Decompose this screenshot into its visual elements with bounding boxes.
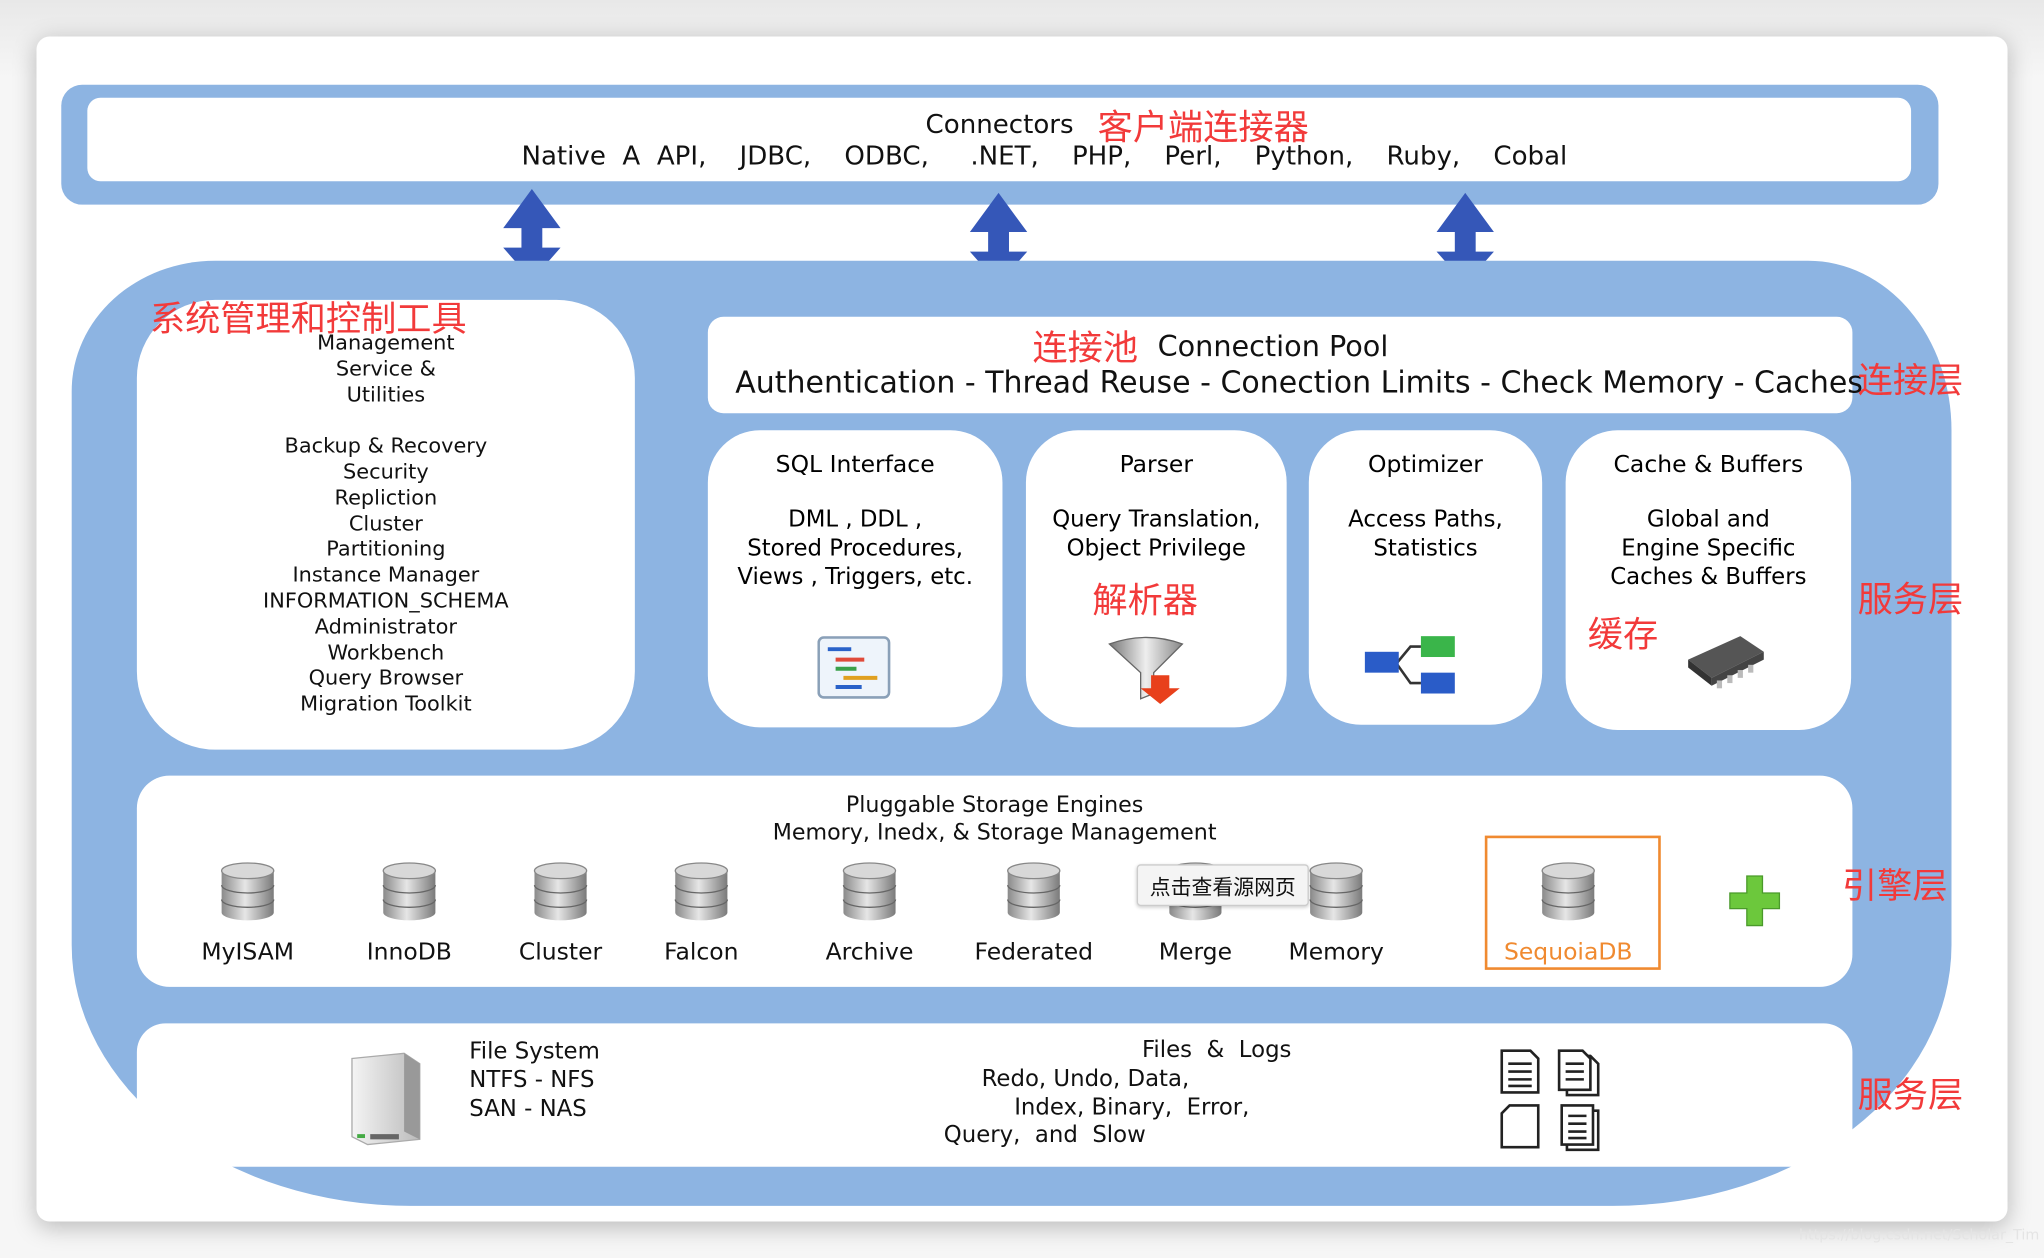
management-item: Utilities — [346, 381, 426, 407]
management-item: Partitioning — [326, 536, 446, 562]
blank-document-icon — [1500, 1104, 1540, 1149]
engine-archive: Archive — [798, 860, 941, 966]
service-title: SQL Interface — [775, 451, 935, 479]
memory-chip-icon — [1688, 636, 1764, 689]
connection-pool-items: Authentication - Thread Reuse - Conectio… — [735, 366, 1863, 401]
database-icon — [220, 862, 275, 921]
documents-icon — [1557, 1049, 1600, 1097]
database-icon — [842, 862, 897, 921]
document-icon — [1500, 1049, 1540, 1094]
management-item: Backup & Recovery — [284, 433, 488, 458]
layer-label-storage: 服务层 — [1857, 1075, 1964, 1116]
logs-line: Redo, Undo, Data, — [981, 1066, 1190, 1093]
engine-label: InnoDB — [366, 938, 452, 966]
engine-label: MyISAM — [201, 938, 295, 966]
document-icons — [1500, 1049, 1600, 1152]
engine-label: Falcon — [664, 938, 739, 966]
engine-myisam: MyISAM — [176, 860, 319, 966]
cache-label-cn: 缓存 — [1587, 615, 1659, 656]
management-item: Service & — [335, 355, 436, 381]
engine-falcon: Falcon — [630, 860, 773, 966]
management-item: INFORMATION_SCHEMA — [263, 587, 509, 613]
management-item: Cluster — [348, 510, 423, 536]
file-system-text: File System NTFS - NFS SAN - NAS — [469, 1038, 600, 1123]
view-source-tooltip[interactable]: 点击查看源网页 — [1136, 864, 1309, 907]
database-icon — [674, 862, 729, 921]
layer-label-connection: 连接层 — [1857, 361, 1964, 402]
hard-drive-icon — [351, 1052, 421, 1146]
database-icon — [533, 862, 588, 921]
sql-interface-box: SQL Interface DML , DDL , Stored Procedur… — [707, 430, 1003, 728]
engine-label: Merge — [1158, 938, 1233, 966]
service-body: Query Translation, Object Privilege — [1052, 507, 1261, 562]
layer-label-service: 服务层 — [1857, 580, 1964, 621]
optimizer-box: Optimizer Access Paths, Statistics — [1308, 430, 1543, 725]
service-body: DML , DDL , Stored Procedures, Views , Tri… — [737, 507, 973, 591]
management-item: Workbench — [327, 639, 445, 665]
storage-engines-title: Pluggable Storage Engines — [845, 792, 1144, 819]
logs-line: Index, Binary, Error, — [1014, 1095, 1250, 1122]
service-title: Cache & Buffers — [1613, 451, 1804, 479]
engine-label: Archive — [825, 938, 914, 966]
service-title: Optimizer — [1368, 451, 1483, 479]
database-icon — [1007, 862, 1061, 921]
management-item: Migration Toolkit — [300, 691, 472, 716]
stacked-documents-icon — [1560, 1104, 1600, 1152]
green-plus-icon[interactable] — [1727, 873, 1782, 928]
watermark: https://blog.csdn.net/Scholar_Tim — [1798, 1226, 2040, 1244]
parser-label-cn: 解析器 — [1092, 581, 1199, 622]
service-body: Global and Engine Specific Caches & Buffer… — [1610, 507, 1807, 591]
files-logs-title: Files & Logs — [1141, 1037, 1292, 1064]
cache-buffers-box: Cache & Buffers Global and Engine Specifi… — [1565, 430, 1852, 731]
stage: Connectors 客户端连接器 Native A API, JDBC, OD… — [0, 0, 2044, 1258]
tree-diagram-icon — [1364, 636, 1455, 694]
database-icon — [1309, 862, 1363, 921]
management-item: Query Browser — [308, 665, 464, 691]
engine-label: Memory — [1288, 938, 1384, 966]
management-item: Security — [343, 458, 429, 484]
management-item: Repliction — [334, 484, 438, 510]
management-item: Instance Manager — [292, 562, 480, 587]
management-item: Administrator — [314, 613, 457, 639]
engine-innodb: InnoDB — [338, 860, 481, 966]
connection-pool-title-cn: 连接池 — [1032, 328, 1139, 369]
sequoiadb-highlight — [1484, 835, 1661, 970]
engine-cluster: Cluster — [489, 860, 632, 966]
service-title: Parser — [1119, 451, 1194, 479]
database-icon — [382, 862, 437, 921]
layer-label-engine: 引擎层 — [1841, 866, 1948, 908]
engine-label: Federated — [974, 938, 1094, 966]
engine-label: Cluster — [518, 938, 603, 966]
engine-federated: Federated — [962, 860, 1105, 966]
management-list: Management Service & Utilities Backup & … — [137, 330, 635, 717]
logs-line: Query, and Slow — [943, 1122, 1146, 1149]
management-item: Management — [317, 329, 455, 355]
connection-pool-title: Connection Pool — [1157, 331, 1389, 364]
service-body: Access Paths, Statistics — [1348, 507, 1503, 562]
sql-interface-icon — [817, 636, 891, 699]
funnel-icon — [1108, 636, 1184, 704]
